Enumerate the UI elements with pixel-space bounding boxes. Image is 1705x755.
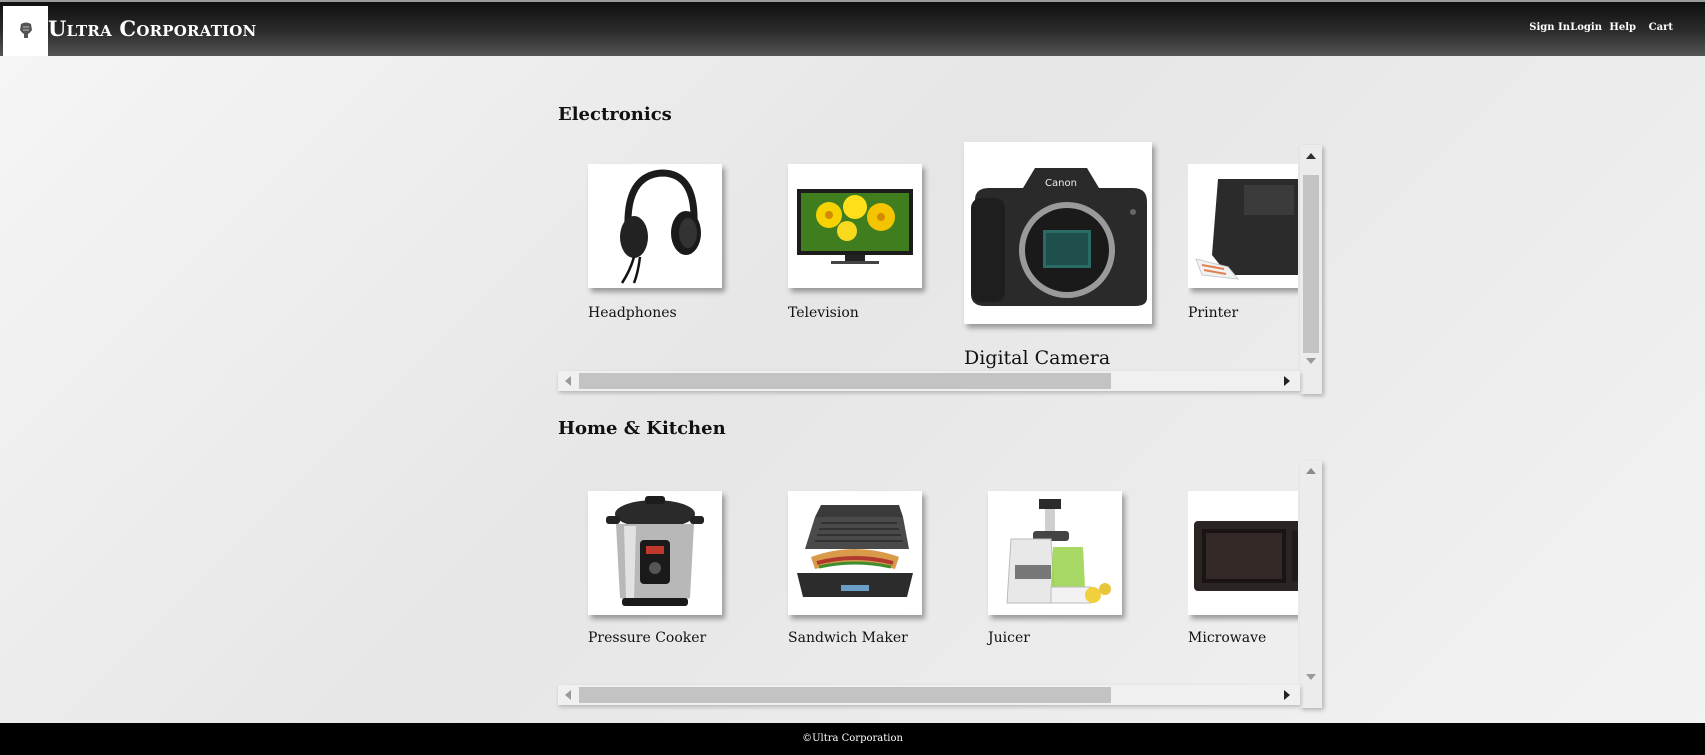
product-label[interactable]: Sandwich Maker bbox=[788, 630, 908, 646]
home-kitchen-scroll-panel[interactable]: Pressure Cooker Sandwich Maker Juicer Mi… bbox=[558, 458, 1322, 708]
scroll-down-icon[interactable] bbox=[1306, 358, 1316, 364]
headphones-image[interactable] bbox=[588, 164, 722, 288]
horizontal-scrollbar[interactable] bbox=[558, 685, 1300, 705]
nav-help-link[interactable]: Help bbox=[1609, 22, 1636, 33]
nav-cart-link[interactable]: Cart bbox=[1649, 22, 1673, 33]
camera-icon: Canon bbox=[971, 168, 1147, 306]
product-card-microwave[interactable]: Microwave bbox=[1188, 491, 1298, 661]
product-label[interactable]: Pressure Cooker bbox=[588, 630, 706, 646]
electronics-scroll-panel[interactable]: Headphones Television Canon Digital Came… bbox=[558, 142, 1322, 394]
horizontal-scroll-thumb[interactable] bbox=[579, 373, 1111, 389]
scroll-right-icon[interactable] bbox=[1284, 690, 1290, 700]
logo[interactable] bbox=[3, 6, 48, 56]
sandwich-maker-icon bbox=[797, 505, 913, 597]
section-title-home-kitchen: Home & Kitchen bbox=[558, 418, 726, 439]
product-card-pressure-cooker[interactable]: Pressure Cooker bbox=[588, 491, 738, 661]
television-icon bbox=[797, 189, 913, 264]
svg-text:Canon: Canon bbox=[1045, 178, 1077, 189]
footer-copyright: ©Ultra Corporation bbox=[802, 733, 903, 744]
horizontal-scrollbar[interactable] bbox=[558, 371, 1300, 391]
juicer-icon bbox=[1006, 499, 1111, 604]
vertical-scroll-thumb[interactable] bbox=[1303, 175, 1319, 353]
top-navigation-bar: Ultra Corporation Sign In Login Help Car… bbox=[0, 0, 1705, 56]
sandwich-maker-image[interactable] bbox=[788, 491, 922, 615]
nav-sign-in-link[interactable]: Sign In bbox=[1529, 22, 1570, 33]
printer-image[interactable] bbox=[1188, 164, 1298, 288]
scroll-up-icon[interactable] bbox=[1306, 153, 1316, 159]
juicer-image[interactable] bbox=[988, 491, 1122, 615]
section-title-electronics: Electronics bbox=[558, 104, 672, 125]
product-label[interactable]: Microwave bbox=[1188, 630, 1266, 646]
microwave-icon bbox=[1194, 521, 1298, 591]
product-card-television[interactable]: Television bbox=[788, 164, 928, 334]
scroll-up-icon[interactable] bbox=[1306, 468, 1316, 474]
pressure-cooker-icon bbox=[606, 496, 704, 606]
footer: ©Ultra Corporation bbox=[0, 723, 1705, 755]
scroll-left-icon[interactable] bbox=[565, 376, 571, 386]
scroll-left-icon[interactable] bbox=[565, 690, 571, 700]
television-image[interactable] bbox=[788, 164, 922, 288]
microwave-image[interactable] bbox=[1188, 491, 1298, 615]
nav-login-link[interactable]: Login bbox=[1570, 22, 1602, 33]
product-label[interactable]: Digital Camera bbox=[964, 347, 1110, 369]
scroll-down-icon[interactable] bbox=[1306, 674, 1316, 680]
product-card-printer[interactable]: Printer bbox=[1188, 164, 1298, 334]
product-label[interactable]: Headphones bbox=[588, 305, 677, 321]
pressure-cooker-image[interactable] bbox=[588, 491, 722, 615]
vertical-scrollbar[interactable] bbox=[1300, 461, 1322, 708]
vertical-scrollbar[interactable] bbox=[1300, 145, 1322, 394]
headphones-icon bbox=[620, 169, 701, 284]
product-card-headphones[interactable]: Headphones bbox=[588, 164, 728, 334]
brand-name[interactable]: Ultra Corporation bbox=[48, 16, 256, 41]
product-card-sandwich-maker[interactable]: Sandwich Maker bbox=[788, 491, 938, 661]
scroll-right-icon[interactable] bbox=[1284, 376, 1290, 386]
product-label[interactable]: Juicer bbox=[988, 630, 1030, 646]
digital-camera-image[interactable]: Canon bbox=[964, 142, 1152, 324]
logo-icon bbox=[19, 22, 32, 38]
product-card-juicer[interactable]: Juicer bbox=[988, 491, 1138, 661]
printer-icon bbox=[1195, 179, 1298, 280]
product-card-digital-camera[interactable]: Canon Digital Camera bbox=[964, 142, 1158, 372]
horizontal-scroll-thumb[interactable] bbox=[579, 687, 1111, 703]
product-label[interactable]: Printer bbox=[1188, 305, 1238, 321]
product-label[interactable]: Television bbox=[788, 305, 859, 321]
